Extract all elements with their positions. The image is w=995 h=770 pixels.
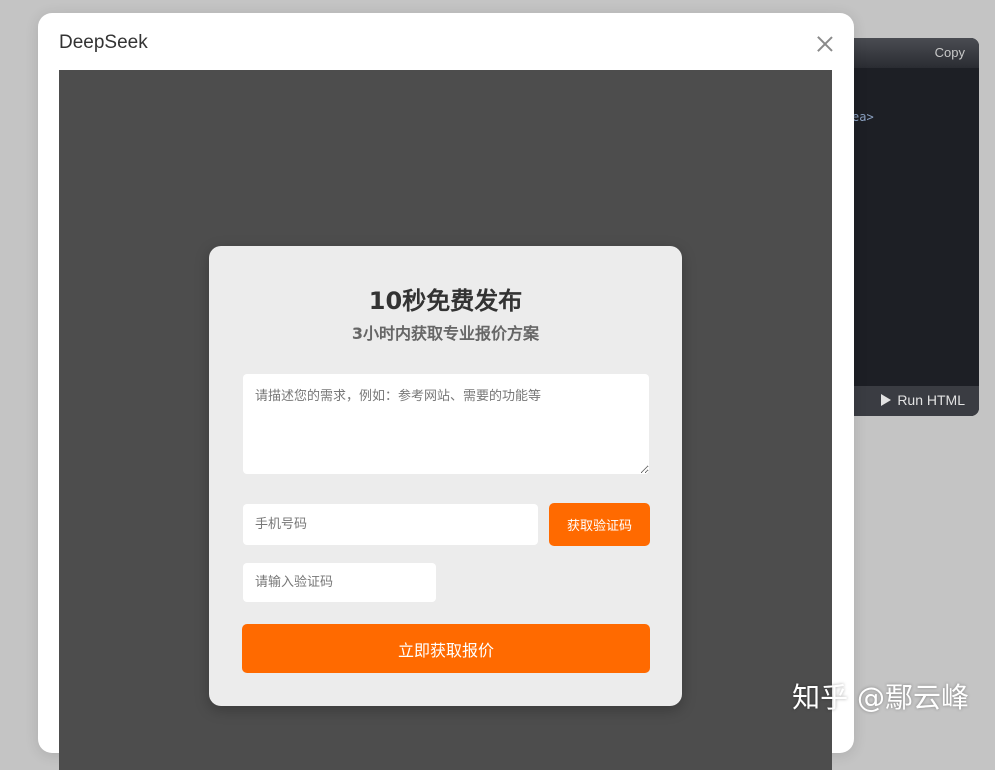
modal-title: DeepSeek: [59, 32, 148, 53]
form-subtitle: 3小时内获取专业报价方案: [351, 324, 540, 343]
watermark: 知乎 @鄢云峰: [792, 681, 969, 714]
phone-input[interactable]: [243, 504, 538, 545]
form-title: 10秒免费发布: [368, 287, 523, 315]
requirement-textarea[interactable]: [243, 374, 649, 474]
play-icon: [881, 394, 892, 406]
copy-button[interactable]: Copy: [935, 45, 965, 60]
get-code-button[interactable]: 获取验证码: [549, 503, 650, 546]
get-quote-button[interactable]: 立即获取报价: [242, 624, 650, 673]
preview-modal: DeepSeek 10秒免费发布 3小时内获取专业报价方案 获取验证码 立即获取…: [38, 13, 854, 770]
run-html-label: Run HTML: [897, 392, 965, 408]
code-fragment: ea>: [852, 110, 874, 124]
run-html-button[interactable]: Run HTML: [881, 392, 965, 408]
close-icon[interactable]: [816, 35, 834, 53]
html-preview-area: 10秒免费发布 3小时内获取专业报价方案 获取验证码 立即获取报价: [59, 70, 832, 770]
quote-form-card: 10秒免费发布 3小时内获取专业报价方案 获取验证码 立即获取报价: [209, 246, 682, 706]
verification-code-input[interactable]: [243, 563, 436, 602]
